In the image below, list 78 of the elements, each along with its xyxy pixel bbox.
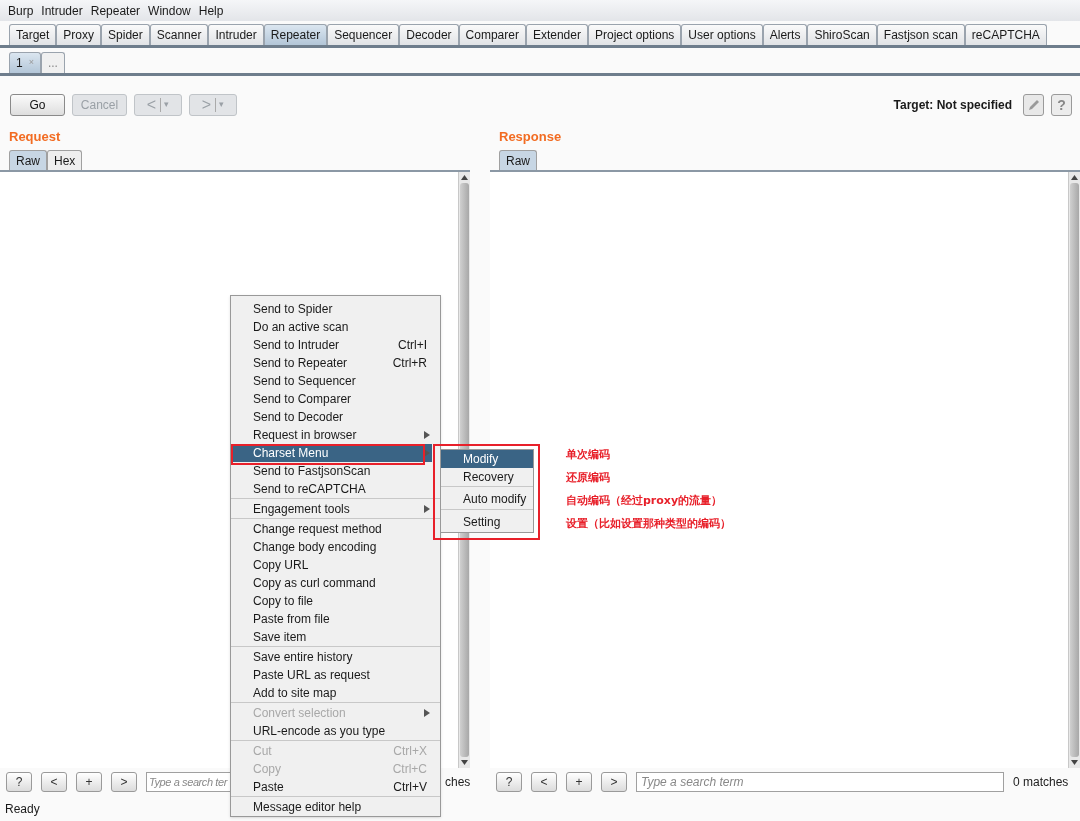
editor-tab[interactable]: Raw [499, 150, 537, 170]
search-field[interactable]: Type a search term [636, 772, 1004, 792]
pencil-icon [1027, 99, 1040, 111]
context-menu-item[interactable]: Send to Decoder [231, 408, 432, 426]
context-menu-item[interactable]: Send to Sequencer [231, 372, 432, 390]
scroll-up-icon[interactable] [461, 175, 468, 180]
main-tab[interactable]: Extender [525, 24, 588, 45]
editor-button[interactable]: > [601, 772, 627, 792]
main-tab[interactable]: ShiroScan [807, 24, 877, 45]
main-tab[interactable]: Comparer [458, 24, 526, 45]
main-tab[interactable]: Decoder [399, 24, 459, 45]
menu-bar-item[interactable]: Window [148, 1, 191, 20]
main-tab[interactable]: User options [681, 24, 763, 45]
target-label: Target: Not specified [893, 97, 1012, 114]
context-menu-item[interactable]: Send to Repeater Ctrl+R [231, 354, 432, 372]
context-menu-item[interactable]: Request in browser [231, 426, 432, 444]
submenu-item[interactable]: Modify [441, 450, 533, 468]
menu-bar-item[interactable]: Intruder [41, 1, 83, 20]
menu-bar-item[interactable]: Help [198, 1, 224, 20]
main-tab[interactable]: Fastjson scan [876, 24, 965, 45]
context-menu-item[interactable]: Send to Comparer [231, 390, 432, 408]
context-menu-item[interactable]: Change request method [231, 520, 432, 538]
context-menu-item[interactable]: Paste from file [231, 610, 432, 628]
menu-bar-item[interactable]: Repeater [90, 1, 141, 20]
editor-button[interactable]: < [531, 772, 557, 792]
annotation-text: 单次编码 [566, 447, 611, 463]
main-tab[interactable]: Intruder [208, 24, 264, 45]
context-menu-item[interactable]: Add to site map [231, 684, 432, 702]
editor-button[interactable]: + [76, 772, 102, 792]
context-menu-item[interactable]: Message editor help [231, 798, 432, 816]
toolbar-button[interactable]: Go [10, 94, 65, 116]
main-tab[interactable]: Alerts [762, 24, 808, 45]
pane-title: Request [8, 128, 62, 146]
context-menu-item[interactable]: Send to Spider [231, 300, 432, 318]
main-tab[interactable]: Project options [587, 24, 682, 45]
annotation-text: 设置（比如设置那种类型的编码） [566, 516, 731, 532]
editor-tab[interactable]: Hex [47, 150, 83, 170]
editor-tab[interactable]: Raw [9, 150, 47, 170]
scrollbar-thumb[interactable] [1070, 183, 1079, 757]
context-menu-item[interactable]: Change body encoding [231, 538, 432, 556]
context-menu-item[interactable]: Save entire history [231, 648, 432, 666]
context-menu-item[interactable]: Copy to file [231, 592, 432, 610]
match-count: ches [445, 774, 471, 791]
editor-button[interactable]: < [41, 772, 67, 792]
context-menu-item[interactable]: Engagement tools [231, 500, 432, 518]
main-tab[interactable]: Proxy [56, 24, 102, 45]
context-menu-item[interactable]: Save item [231, 628, 432, 646]
context-menu-item[interactable]: URL-encode as you type [231, 722, 432, 740]
menu-bar-item[interactable]: Burp [8, 1, 34, 20]
scroll-down-icon[interactable] [1071, 760, 1078, 765]
editor-button[interactable]: > [111, 772, 137, 792]
scroll-down-icon[interactable] [461, 760, 468, 765]
main-tab[interactable]: Spider [101, 24, 150, 45]
submenu-item[interactable]: Setting [441, 513, 533, 531]
request-tab[interactable]: 1 × [9, 52, 41, 73]
match-count: 0 matches [1013, 774, 1069, 791]
context-menu-item[interactable]: Send to reCAPTCHA [231, 480, 432, 498]
main-tab[interactable]: Target [9, 24, 57, 45]
editor-button[interactable]: ? [6, 772, 32, 792]
editor-button[interactable]: ? [496, 772, 522, 792]
annotation-text: 自动编码（经过proxy的流量） [566, 493, 724, 509]
main-tab[interactable]: Sequencer [327, 24, 400, 45]
annotation-text: 还原编码 [566, 470, 611, 486]
pane-title: Response [498, 128, 563, 146]
submenu-item[interactable]: Recovery [441, 468, 533, 486]
main-tab[interactable]: Scanner [149, 24, 209, 45]
main-tab[interactable]: Repeater [263, 24, 328, 45]
context-menu-item[interactable]: Paste URL as request [231, 666, 432, 684]
context-menu-item[interactable]: Send to FastjsonScan [231, 462, 432, 480]
main-tab[interactable]: reCAPTCHA [964, 24, 1047, 45]
status-text: Ready [4, 801, 40, 818]
context-menu-item[interactable]: Do an active scan [231, 318, 432, 336]
scroll-up-icon[interactable] [1071, 175, 1078, 180]
context-menu-item[interactable]: Send to Intruder Ctrl+I [231, 336, 432, 354]
submenu-item[interactable]: Auto modify [441, 490, 533, 508]
editor-button[interactable]: + [566, 772, 592, 792]
context-menu-item[interactable]: Copy as curl command [231, 574, 432, 592]
context-menu-item[interactable]: Copy URL [231, 556, 432, 574]
